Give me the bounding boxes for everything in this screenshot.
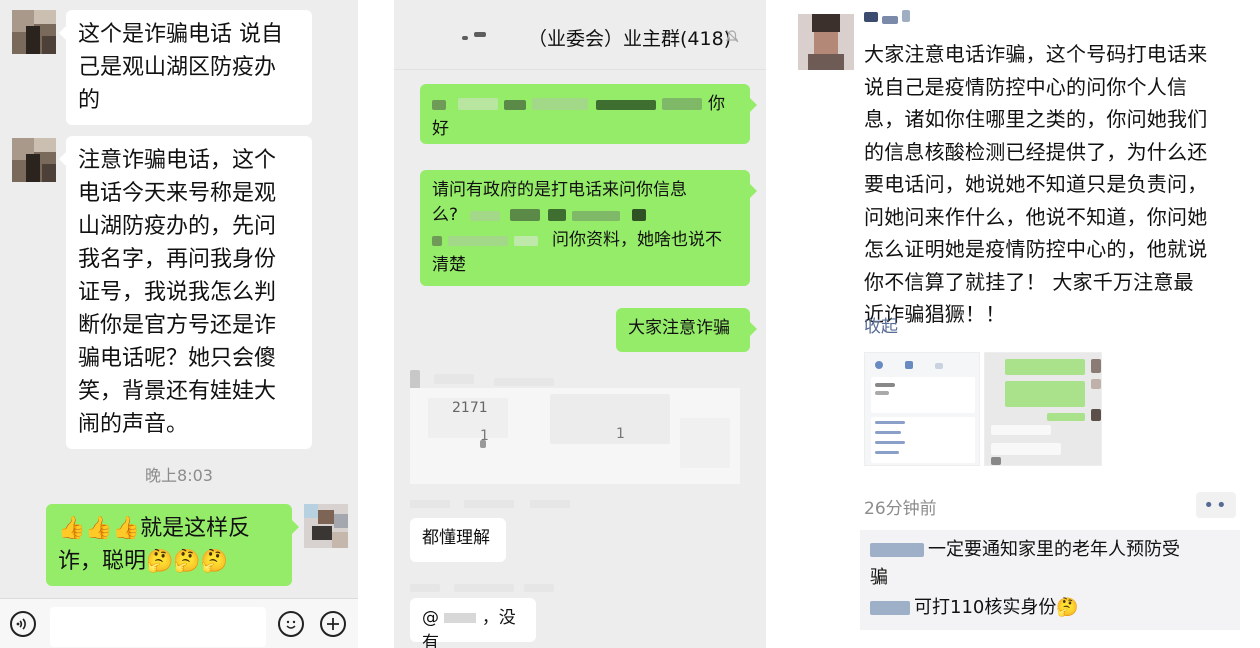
message-line: 证号，我说我怎么判 [78,280,277,305]
post-time: 26分钟前 [864,499,937,519]
comment[interactable]: 可打110核实身份🤔 [870,594,1079,622]
blurred-number: 2171 [452,400,488,416]
message-line: 清楚 [432,255,466,275]
poster-name[interactable] [864,10,924,24]
chat-panel-left: 这个是诈骗电话 说自 己是观山湖区防疫办 的 注意诈骗电话，这个 电话今天来号称… [0,0,358,648]
plus-icon[interactable] [320,611,346,637]
post-line: 说自己是疫情防控中心的问你个人信 [864,74,1188,99]
commenter-name [870,601,910,615]
mention-prefix: @ [422,608,439,628]
message-timestamp: 晚上8:03 [145,466,213,485]
message-line: 问你资料，她啥也说不 [552,230,722,250]
post-line: 息，诸如你住哪里之类的，你问她我们 [864,107,1208,131]
chat-input-bar [0,598,358,648]
collapse-link[interactable]: 收起 [864,312,898,337]
poster-avatar[interactable] [798,14,854,70]
mute-bell-icon [724,28,740,44]
message-line: 都懂理解 [422,528,490,548]
message-line: 我名字，再问我身份 [78,247,277,272]
my-message-bubble[interactable]: 请问有政府的是打电话来问你信息 么? 问你资料，她啥也说不 清楚 [420,170,757,286]
sender-avatar[interactable] [12,138,56,182]
post-body: 大家注意电话诈骗，这个号码打电话来 说自己是疫情防控中心的问你个人信 息，诸如你… [864,38,1249,331]
post-line: 近诈骗猖獗！！ [864,302,1006,326]
blurred-image[interactable]: 2171 1 1 [410,388,740,484]
emoji-icon[interactable] [278,611,304,637]
message-line: 请问有政府的是打电话来问你信息 [432,180,687,200]
message-line: 的 [78,88,101,113]
commenter-name [870,543,924,557]
message-line: 大家注意诈骗 [628,318,730,338]
post-image-thumbnail[interactable] [864,352,980,466]
moments-post-panel: 大家注意电话诈骗，这个号码打电话来 说自己是疫情防控中心的问你个人信 息，诸如你… [794,0,1260,648]
message-bubble[interactable]: 这个是诈骗电话 说自 己是观山湖区防疫办 的 [59,10,312,125]
message-line: 己是观山湖区防疫办 [78,55,277,80]
message-line: 笑，背景还有娃娃大 [78,379,277,404]
voice-icon[interactable] [10,611,36,637]
post-line: 怎么证明她是疫情防控中心的，他就说 [864,237,1208,261]
post-line: 要电话问，她说她不知道只是负责问， [864,172,1208,196]
comment-continued: 骗 [870,567,888,588]
post-image-thumbnail[interactable] [984,352,1102,466]
sender-avatar[interactable] [12,10,56,54]
chat-titlebar: （业委会）业主群(418) [394,0,766,70]
message-line: 👍👍👍就是这样反 [58,516,251,541]
more-options-button[interactable]: •• [1196,492,1236,518]
message-line: 好 [432,119,449,139]
my-reply-bubble[interactable]: 👍👍👍就是这样反 诈，聪明🤔🤔🤔 [46,504,299,586]
message-line: 闹的声音。 [78,412,189,437]
chat-panel-middle: （业委会）业主群(418) 你 好 请问有政府的是打电话来问你信息 么? 问你资… [394,0,766,648]
message-input[interactable] [50,607,266,647]
post-line: 问她问来作什么，他说不知道，你问她 [864,204,1208,229]
post-line: 大家注意电话诈骗，这个号码打电话来 [864,42,1208,66]
group-title[interactable]: （业委会）业主群(418) [528,24,731,51]
my-message-bubble[interactable]: 你 好 [420,84,757,144]
blurred-fragment: 1 [616,426,625,442]
message-line: 断你是官方号还是诈 [78,313,277,338]
reply-bubble[interactable]: @ ，没有 [410,598,536,648]
comments-area: 一定要通知家里的老年人预防受 骗 可打110核实身份🤔 [860,530,1240,630]
comment[interactable]: 一定要通知家里的老年人预防受 [870,536,1230,564]
message-line: 这个是诈骗电话 说自 [78,22,283,47]
message-line: 电话今天来号称是观 [78,181,277,206]
reply-bubble[interactable]: 都懂理解 [410,518,506,562]
message-text-end: 你 [708,94,725,114]
message-line: 注意诈骗电话，这个 [78,148,277,173]
message-line: 骗电话呢？她只会傻 [78,346,277,371]
message-bubble[interactable]: 注意诈骗电话，这个 电话今天来号称是观 山湖防疫办的，先问 我名字，再问我身份 … [59,136,312,449]
message-line: 山湖防疫办的，先问 [78,214,277,239]
post-line: 你不信算了就挂了！ 大家千万注意最 [864,269,1194,294]
post-line: 的信息核酸检测已经提供了，为什么还 [864,139,1208,164]
my-avatar[interactable] [304,504,348,548]
my-message-bubble[interactable]: 大家注意诈骗 [616,308,757,352]
message-line: 诈，聪明🤔🤔🤔 [58,549,229,574]
message-line: 么? [432,205,459,225]
